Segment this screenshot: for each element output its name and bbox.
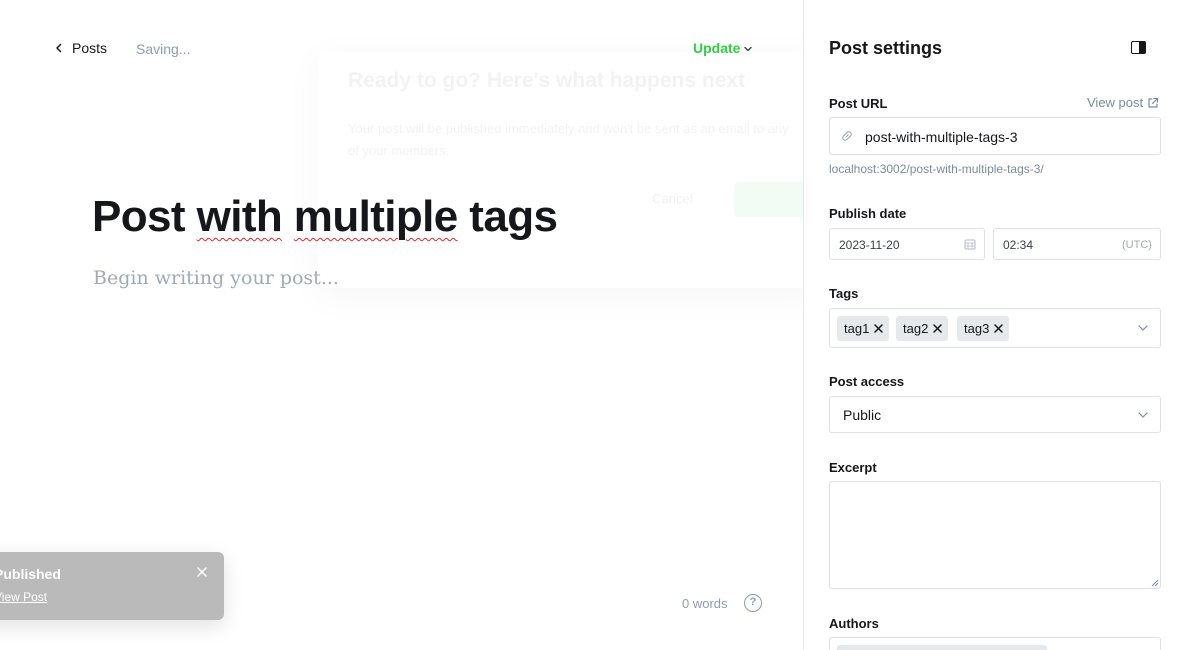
tag-label: tag2 xyxy=(903,321,929,336)
post-title-input[interactable]: Post with multiple tags xyxy=(92,192,558,242)
author-chip[interactable] xyxy=(837,645,1047,650)
date-value: 2023-11-20 xyxy=(839,238,900,252)
publish-date-label: Publish date xyxy=(829,206,907,221)
help-icon[interactable]: ? xyxy=(744,594,762,612)
post-access-select[interactable]: Public xyxy=(829,396,1161,433)
post-url-value: post-with-multiple-tags-3 xyxy=(865,129,1018,145)
tag-label: tag1 xyxy=(844,321,870,336)
post-url-input[interactable]: post-with-multiple-tags-3 xyxy=(829,117,1161,155)
remove-tag-icon[interactable] xyxy=(933,324,943,333)
post-settings-panel: Post settings Post URL View post post-wi… xyxy=(803,0,1184,650)
chevron-down-icon xyxy=(744,46,753,52)
excerpt-label: Excerpt xyxy=(829,460,877,475)
editor-pane: Ready to go? Here's what happens next Yo… xyxy=(0,0,818,650)
external-link-icon xyxy=(1148,97,1159,108)
post-url-preview: localhost:3002/post-with-multiple-tags-3… xyxy=(829,162,1044,176)
notification-toast: Published View Post xyxy=(0,552,224,620)
title-word-misspelled: with xyxy=(196,192,283,241)
publish-date-input[interactable]: 2023-11-20 xyxy=(829,228,985,260)
excerpt-textarea[interactable] xyxy=(829,481,1161,589)
publish-time-input[interactable]: 02:34 (UTC) xyxy=(993,228,1161,260)
resize-handle-icon[interactable] xyxy=(1151,579,1159,587)
calendar-icon xyxy=(964,239,976,250)
tags-label: Tags xyxy=(829,286,859,301)
title-space xyxy=(282,192,294,241)
authors-label: Authors xyxy=(829,616,879,631)
update-label: Update xyxy=(693,40,741,56)
update-button[interactable]: Update xyxy=(693,40,753,56)
settings-title: Post settings xyxy=(829,38,943,58)
post-url-label: Post URL xyxy=(829,96,888,111)
editor-header: Posts Saving... Update xyxy=(0,0,803,98)
word-count: 0 words xyxy=(682,596,728,611)
modal-cancel-button: Cancel xyxy=(652,191,693,206)
chevron-down-icon[interactable] xyxy=(1137,322,1149,334)
post-access-value: Public xyxy=(843,407,882,423)
chevron-down-icon xyxy=(1138,412,1148,418)
view-post-label: View post xyxy=(1087,95,1144,110)
view-post-link[interactable]: View post xyxy=(1087,95,1159,110)
chevron-left-icon xyxy=(56,43,62,53)
title-word-misspelled: multiple xyxy=(293,192,458,241)
authors-input[interactable] xyxy=(829,637,1161,650)
title-word: tags xyxy=(457,192,558,241)
post-body-editor[interactable]: Begin writing your post... xyxy=(93,267,339,289)
timezone-label: (UTC) xyxy=(1122,239,1152,251)
save-status: Saving... xyxy=(136,41,191,57)
link-icon xyxy=(842,131,852,141)
tag-chip[interactable]: tag2 xyxy=(896,316,949,341)
toast-title: Published xyxy=(0,566,61,582)
toast-view-post-link[interactable]: View Post xyxy=(0,590,47,604)
time-value: 02:34 xyxy=(1003,238,1034,252)
tags-input[interactable]: tag1 tag2 tag3 xyxy=(829,308,1161,348)
sidebar-toggle-icon[interactable] xyxy=(1131,41,1146,54)
tag-chip[interactable]: tag1 xyxy=(837,316,890,341)
title-word: Post xyxy=(92,192,197,241)
close-icon[interactable] xyxy=(196,566,208,578)
tag-chip[interactable]: tag3 xyxy=(957,316,1010,341)
post-access-label: Post access xyxy=(829,374,905,389)
tag-label: tag3 xyxy=(964,321,990,336)
remove-tag-icon[interactable] xyxy=(874,324,884,333)
back-to-posts-link[interactable]: Posts xyxy=(54,40,107,56)
back-label: Posts xyxy=(72,40,108,56)
remove-tag-icon[interactable] xyxy=(994,324,1004,333)
modal-text: Your post will be published immediately … xyxy=(348,121,789,158)
